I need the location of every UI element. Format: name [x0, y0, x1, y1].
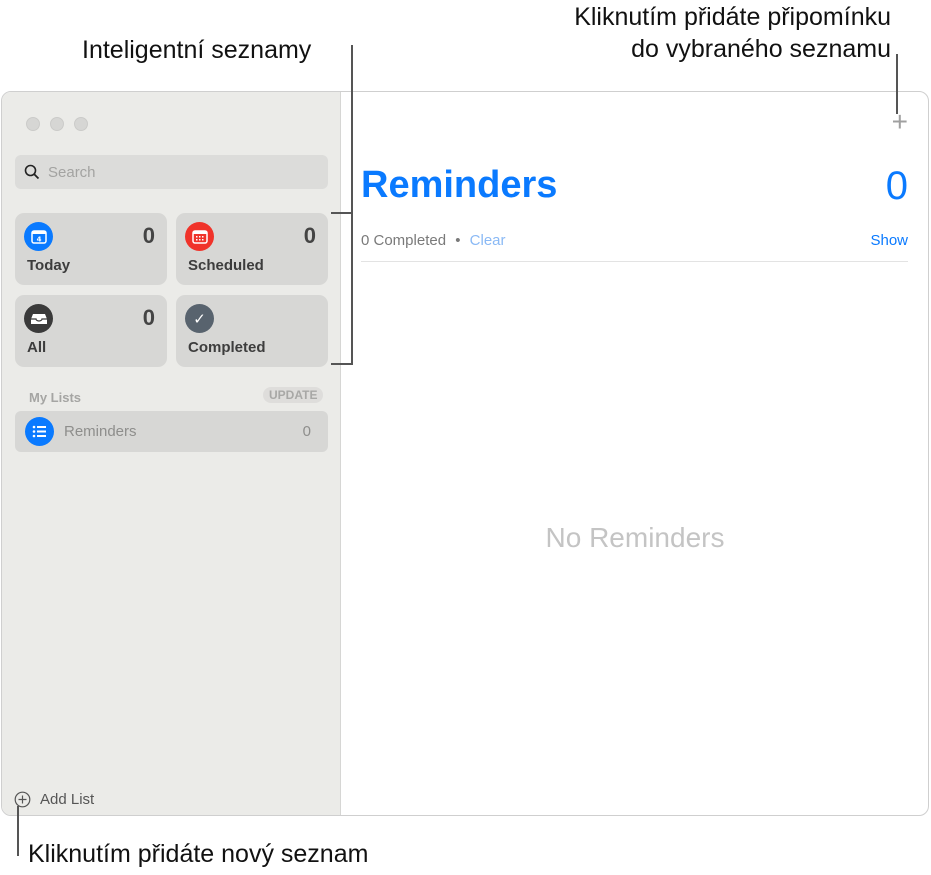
calendar-scheduled-icon: [185, 222, 214, 251]
smart-list-today[interactable]: 4 0 Today: [15, 213, 167, 285]
callout-add-reminder-1: Kliknutím přidáte připomínku: [574, 3, 891, 31]
show-button[interactable]: Show: [870, 232, 908, 249]
list-label: Reminders: [64, 423, 137, 440]
add-list-label: Add List: [40, 790, 95, 808]
all-label: All: [27, 339, 47, 356]
callout-line-add-reminder: [896, 54, 898, 114]
clear-button[interactable]: Clear: [470, 232, 506, 249]
minimize-button[interactable]: [50, 117, 64, 131]
today-label: Today: [27, 257, 71, 274]
search-icon: [24, 164, 40, 180]
empty-state: No Reminders: [545, 522, 725, 553]
callout-line-add-list: [17, 806, 19, 856]
update-button[interactable]: UPDATE: [263, 387, 324, 403]
add-list-button[interactable]: Add List: [14, 789, 94, 809]
my-lists-header: My Lists: [29, 390, 82, 405]
smart-list-all[interactable]: 0 All: [15, 295, 167, 367]
main-pane: + Reminders 0 0 Completed • Clear Show N…: [342, 92, 928, 815]
list-bullet-icon: [25, 417, 54, 446]
reminder-count: 0: [885, 164, 908, 208]
reminders-window: Search 4 0 Today 0 Scheduled 0 All ✓ Com…: [1, 91, 929, 816]
add-reminder-button[interactable]: +: [892, 106, 908, 138]
all-count: 0: [142, 305, 155, 330]
tray-icon: [24, 304, 53, 333]
bracket-bottom: [331, 363, 353, 365]
completed-summary: 0 Completed: [361, 232, 447, 249]
bracket-smart-lists: [351, 212, 353, 365]
separator-dot: •: [455, 232, 461, 249]
smart-list-completed[interactable]: ✓ Completed: [176, 295, 328, 367]
checkmark-icon: ✓: [185, 304, 214, 333]
sidebar: Search 4 0 Today 0 Scheduled 0 All ✓ Com…: [2, 92, 341, 815]
bracket-top: [331, 212, 353, 214]
scheduled-label: Scheduled: [188, 257, 264, 274]
calendar-today-icon: 4: [24, 222, 53, 251]
callout-smart-lists: Inteligentní seznamy: [82, 36, 312, 64]
search-placeholder: Search: [48, 164, 96, 181]
completed-label: Completed: [188, 339, 266, 356]
plus-circle-icon: [14, 791, 31, 807]
scheduled-count: 0: [303, 223, 316, 248]
list-count: 0: [302, 423, 311, 440]
smart-list-scheduled[interactable]: 0 Scheduled: [176, 213, 328, 285]
search-input[interactable]: Search: [15, 155, 328, 189]
today-count: 0: [142, 223, 155, 248]
close-button[interactable]: [26, 117, 40, 131]
header-divider: [361, 261, 908, 262]
callout-add-list: Kliknutím přidáte nový seznam: [28, 840, 369, 868]
zoom-button[interactable]: [74, 117, 88, 131]
callout-add-reminder-2: do vybraného seznamu: [631, 35, 891, 63]
svg-text:4: 4: [36, 235, 41, 243]
list-item-reminders[interactable]: Reminders 0: [15, 411, 328, 452]
page-title: Reminders: [361, 164, 558, 206]
